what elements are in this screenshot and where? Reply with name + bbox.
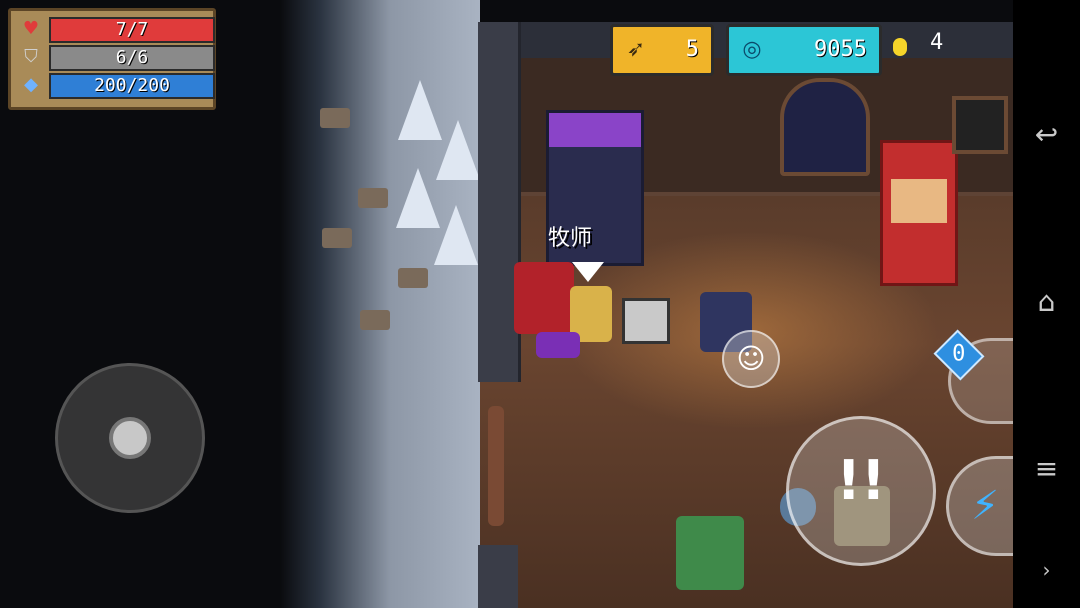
coin-count: 4 bbox=[930, 30, 944, 55]
emote-button[interactable]: ☺ bbox=[722, 330, 780, 388]
energy-bar: 200/200 bbox=[49, 73, 215, 99]
claw-machine[interactable] bbox=[880, 140, 958, 286]
gem-icon: ◎ bbox=[742, 37, 762, 62]
snow-tree bbox=[436, 120, 480, 180]
machine-top bbox=[549, 113, 641, 147]
heart-icon: ♥ bbox=[22, 18, 40, 39]
npc-druid[interactable] bbox=[676, 516, 744, 590]
back-icon[interactable]: ↩ bbox=[1013, 113, 1080, 157]
fish-icon: ➶ bbox=[626, 37, 646, 62]
attack-button[interactable]: !! bbox=[786, 416, 936, 566]
energy-text: 200/200 bbox=[94, 75, 170, 96]
player-character bbox=[514, 262, 574, 334]
fence-rail bbox=[488, 406, 504, 526]
system-nav-bar: ↩ ⌂ ≡ › bbox=[1013, 0, 1080, 608]
coin-icon bbox=[893, 38, 907, 56]
menu-icon[interactable]: ≡ bbox=[1013, 447, 1080, 491]
snow-stump bbox=[322, 228, 352, 248]
health-text: 7/7 bbox=[115, 19, 149, 40]
snow-stump bbox=[398, 268, 428, 288]
joystick-knob[interactable] bbox=[109, 417, 151, 459]
claw-machine-glass bbox=[891, 179, 947, 223]
interact-pointer-icon bbox=[572, 262, 604, 282]
pet-bat bbox=[536, 332, 580, 358]
health-bar: 7/7 bbox=[49, 17, 215, 43]
snow-stump bbox=[320, 108, 350, 128]
movement-joystick[interactable] bbox=[55, 363, 205, 513]
info-sign[interactable] bbox=[622, 298, 670, 344]
snow-stump bbox=[358, 188, 388, 208]
energy-row: ◆ 200/200 bbox=[19, 73, 215, 99]
wall-pillar bbox=[478, 545, 518, 608]
smiley-icon: ☺ bbox=[736, 342, 766, 375]
armor-bar: 6/6 bbox=[49, 45, 215, 71]
gem-counter: ◎ 9055 bbox=[726, 24, 882, 76]
gem-count: 9055 bbox=[814, 37, 867, 62]
health-row: ♥ 7/7 bbox=[19, 17, 215, 43]
snow-stump bbox=[360, 310, 390, 330]
fish-count: 5 bbox=[685, 37, 699, 62]
wall-portrait bbox=[952, 96, 1008, 154]
lightning-icon: ⚡ bbox=[971, 483, 1000, 529]
armor-text: 6/6 bbox=[115, 47, 149, 68]
room-window bbox=[780, 78, 870, 176]
machine-label: 牧师 bbox=[548, 226, 593, 251]
fish-counter: ➶ 5 bbox=[610, 24, 714, 76]
attack-icon: !! bbox=[836, 449, 886, 512]
home-icon[interactable]: ⌂ bbox=[1013, 280, 1080, 324]
status-panel: ♥ 7/7 ⛉ 6/6 ◆ 200/200 bbox=[8, 8, 216, 110]
weapon-energy-cost-value: 0 bbox=[952, 342, 966, 367]
snow-tree bbox=[434, 205, 478, 265]
chevron-right-icon[interactable]: › bbox=[1013, 548, 1080, 592]
energy-crystal-icon: ◆ bbox=[24, 74, 38, 95]
armor-row: ⛉ 6/6 bbox=[19, 45, 215, 71]
snow-forest bbox=[280, 0, 480, 608]
shield-icon: ⛉ bbox=[24, 46, 38, 67]
